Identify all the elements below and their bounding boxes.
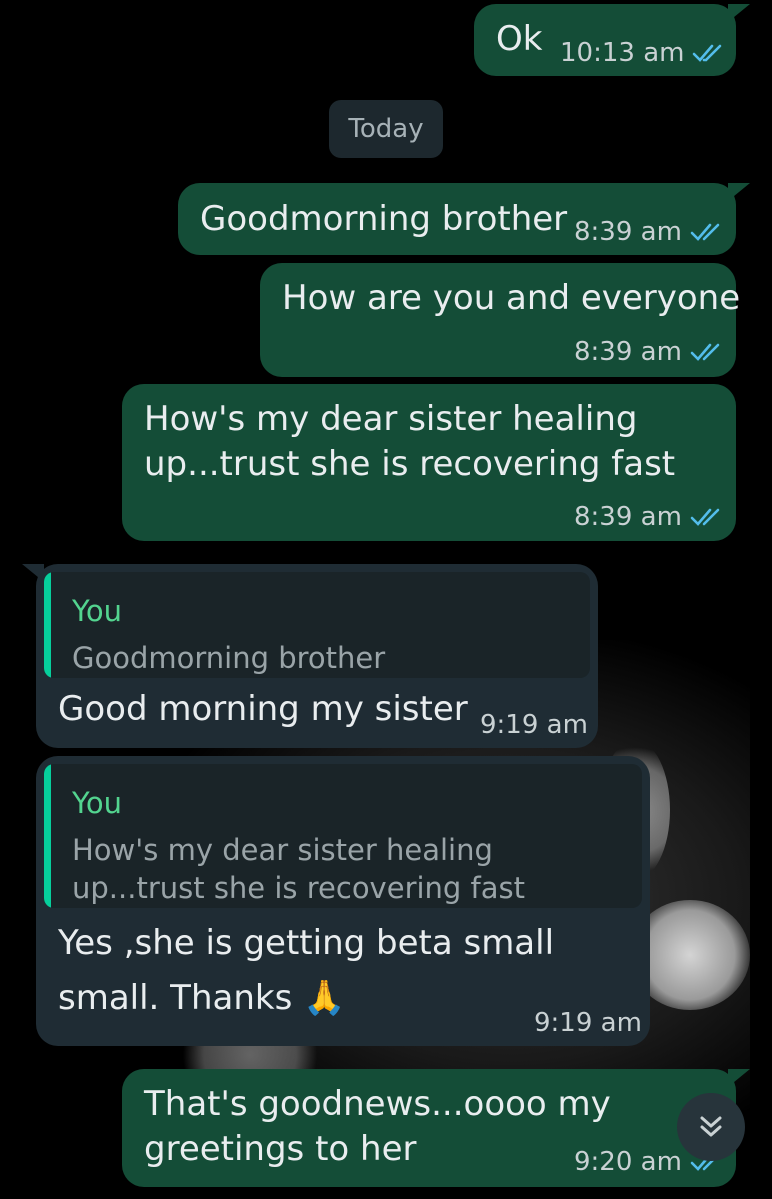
- message-meta: 10:13 am: [560, 38, 726, 68]
- incoming-message[interactable]: You Goodmorning brother Good morning my …: [22, 564, 598, 748]
- double-check-icon: [690, 223, 720, 241]
- scroll-to-bottom-button[interactable]: [677, 1093, 745, 1161]
- quote-accent-bar: [44, 764, 51, 908]
- message-time: 9:19 am: [480, 710, 588, 740]
- message-text-line: That's goodnews...oooo my: [144, 1084, 611, 1124]
- message-time: 9:20 am: [574, 1147, 682, 1177]
- message-text-line: How's my dear sister healing: [144, 399, 638, 439]
- outgoing-message[interactable]: Goodmorning brother 8:39 am: [178, 183, 750, 255]
- message-text-line: up...trust she is recovering fast: [144, 444, 676, 484]
- double-check-icon: [690, 508, 720, 526]
- message-text: Good morning my sister: [58, 689, 468, 729]
- quoted-message[interactable]: You How's my dear sister healing up...tr…: [44, 764, 642, 908]
- message-time: 9:19 am: [534, 1008, 642, 1038]
- quote-accent-bar: [44, 572, 51, 678]
- message-meta: 9:19 am: [534, 1008, 642, 1038]
- quote-text-line: up...trust she is recovering fast: [72, 871, 526, 905]
- quote-text: Goodmorning brother: [72, 641, 386, 675]
- message-text-line: greetings to her: [144, 1129, 417, 1169]
- message-meta: 8:39 am: [574, 502, 724, 532]
- quote-author: You: [72, 786, 122, 820]
- outgoing-message[interactable]: That's goodnews...oooo my greetings to h…: [122, 1069, 750, 1187]
- message-time: 8:39 am: [574, 337, 682, 367]
- message-text: Goodmorning brother: [200, 199, 568, 239]
- outgoing-message[interactable]: Ok 10:13 am: [474, 4, 750, 76]
- message-time: 8:39 am: [574, 217, 682, 247]
- message-text-line: Yes ,she is getting beta small: [58, 923, 555, 963]
- message-text-line: small. Thanks 🙏: [58, 978, 346, 1018]
- message-text: Ok: [496, 19, 543, 59]
- incoming-message[interactable]: You How's my dear sister healing up...tr…: [36, 756, 650, 1046]
- message-time: 8:39 am: [574, 502, 682, 532]
- outgoing-message[interactable]: How's my dear sister healing up...trust …: [122, 384, 736, 541]
- message-meta: 9:19 am: [480, 710, 588, 740]
- double-chevron-down-icon: [700, 1116, 722, 1137]
- date-divider: Today: [329, 100, 443, 158]
- outgoing-message[interactable]: How are you and everyone 8:39 am: [260, 263, 740, 377]
- double-check-icon: [693, 44, 722, 62]
- message-time: 10:13 am: [560, 38, 685, 68]
- quoted-message[interactable]: You Goodmorning brother: [44, 572, 590, 678]
- quote-author: You: [72, 594, 122, 628]
- double-check-icon: [690, 343, 720, 361]
- quote-text-line: How's my dear sister healing: [72, 833, 493, 867]
- message-meta: 8:39 am: [574, 337, 724, 367]
- message-text: How are you and everyone: [282, 278, 741, 318]
- message-meta: 8:39 am: [574, 217, 724, 247]
